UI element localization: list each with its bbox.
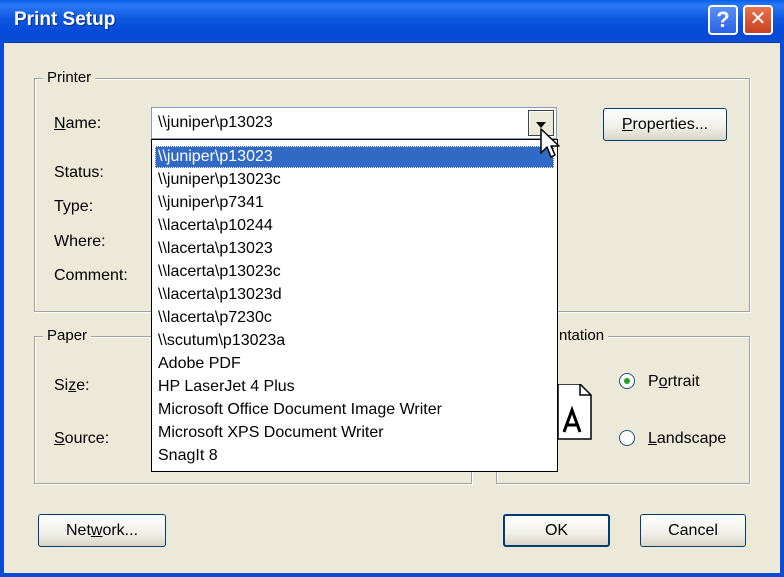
printer-option[interactable]: Microsoft XPS Document Writer	[155, 422, 554, 444]
printer-option[interactable]: \\juniper\p13023	[155, 146, 554, 168]
cancel-button[interactable]: Cancel	[640, 514, 746, 547]
printer-name-value: \\juniper\p13023	[158, 114, 273, 131]
source-label: Source:	[54, 430, 110, 447]
printer-option[interactable]: \\lacerta\p13023d	[155, 284, 554, 306]
printer-option[interactable]: \\juniper\p13023c	[155, 169, 554, 191]
help-button[interactable]: ?	[708, 5, 738, 35]
type-label: Type:	[54, 198, 94, 215]
landscape-label[interactable]: Landscape	[648, 430, 726, 448]
printer-option[interactable]: \\lacerta\p7230c	[155, 307, 554, 329]
printer-group-title: Printer	[43, 69, 96, 87]
printer-option[interactable]: SnagIt 8	[155, 445, 554, 467]
printer-option[interactable]: \\lacerta\p13023c	[155, 261, 554, 283]
close-button[interactable]: ✕	[743, 5, 773, 35]
landscape-radio[interactable]	[619, 430, 635, 446]
title-bar[interactable]: Print Setup ? ✕	[0, 0, 784, 43]
printer-option[interactable]: \\juniper\p7341	[155, 192, 554, 214]
ok-button[interactable]: OK	[503, 514, 610, 547]
paper-group-title: Paper	[43, 327, 92, 345]
portrait-label[interactable]: Portrait	[648, 373, 700, 391]
printer-option[interactable]: HP LaserJet 4 Plus	[155, 376, 554, 398]
printer-name-combobox[interactable]: \\juniper\p13023	[151, 107, 557, 139]
portrait-radio[interactable]	[619, 373, 635, 389]
orientation-group-title: ntation	[555, 327, 609, 345]
properties-button[interactable]: Properties...	[603, 108, 727, 141]
network-button[interactable]: Network...	[38, 514, 166, 547]
printer-option[interactable]: Microsoft Office Document Image Writer	[155, 399, 554, 421]
page-orientation-icon	[558, 384, 592, 440]
size-label: Size:	[54, 377, 90, 394]
printer-option[interactable]: \\lacerta\p13023	[155, 238, 554, 260]
printer-option[interactable]: \\scutum\p13023a	[155, 330, 554, 352]
window-title: Print Setup	[14, 9, 116, 30]
printer-option[interactable]: Adobe PDF	[155, 353, 554, 375]
close-icon: ✕	[749, 8, 767, 30]
printer-option[interactable]: \\lacerta\p10244	[155, 215, 554, 237]
mouse-cursor-icon	[540, 128, 560, 158]
help-icon: ?	[716, 7, 730, 32]
printer-dropdown-list[interactable]: \\juniper\p13023 \\juniper\p13023c \\junip…	[151, 139, 558, 472]
where-label: Where:	[54, 233, 106, 250]
name-label: Name:	[54, 115, 102, 132]
comment-label: Comment:	[54, 267, 128, 284]
status-label: Status:	[54, 164, 104, 181]
